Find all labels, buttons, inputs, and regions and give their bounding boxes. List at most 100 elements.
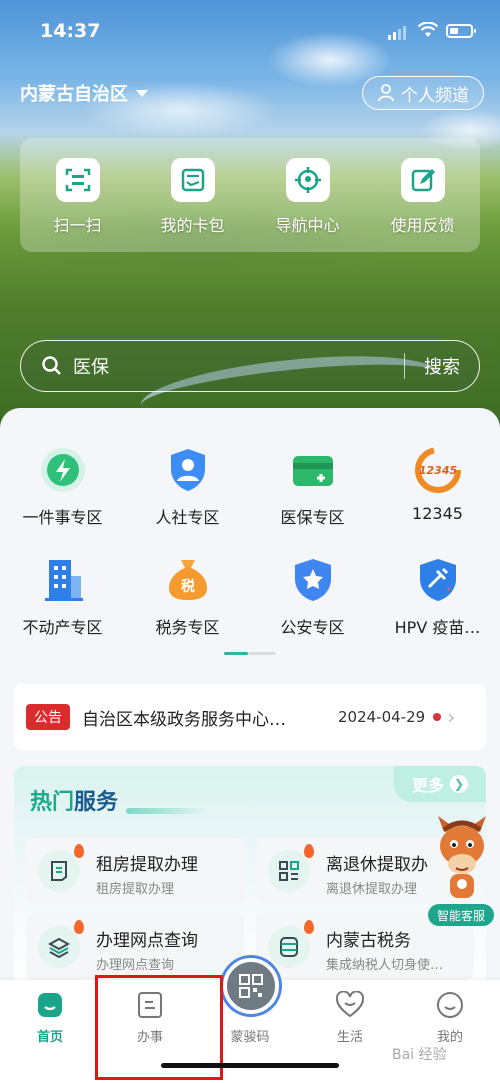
person-shield-icon	[162, 444, 214, 496]
service-hpv-vaccine[interactable]: HPV 疫苗…	[375, 554, 500, 638]
quick-action-card-wallet[interactable]: 我的卡包	[143, 158, 243, 236]
tab-label: 蒙骏码	[230, 1030, 270, 1045]
hot-service-name: 办理网点查询	[96, 931, 198, 951]
service-label: 税务专区	[155, 618, 220, 637]
grid-apps-icon	[268, 850, 310, 892]
service-label: HPV 疫苗…	[394, 618, 481, 637]
qr-code-button[interactable]	[223, 958, 279, 1014]
hotline-12345-icon: 12345	[412, 444, 464, 496]
tab-home[interactable]: 首页	[10, 990, 90, 1045]
tab-life[interactable]: 生活	[310, 990, 390, 1045]
service-medical-insurance[interactable]: 医保专区	[250, 444, 375, 528]
qr-code-icon	[239, 974, 263, 998]
hot-flame-icon	[304, 920, 314, 934]
announcement-bar[interactable]: 公告 自治区本级政务服务中心… 2024-04-29 ›	[14, 684, 486, 750]
service-label: 公安专区	[280, 618, 345, 637]
scan-icon	[55, 158, 100, 202]
cellular-signal-icon	[388, 26, 406, 40]
svg-text:12345: 12345	[418, 464, 457, 477]
hot-service-name: 租房提取办理	[96, 855, 198, 875]
card-wallet-icon	[170, 158, 215, 202]
hot-flame-icon	[74, 844, 84, 858]
home-icon	[35, 990, 65, 1020]
caret-down-icon	[136, 89, 148, 97]
hot-service-desc: 办理网点查询	[96, 958, 175, 973]
more-label: 更多	[411, 776, 444, 795]
service-12345[interactable]: 12345 12345	[375, 444, 500, 528]
person-icon	[378, 84, 394, 102]
quick-action-scan[interactable]: 扫一扫	[28, 158, 128, 236]
search-bar[interactable]: 医保 搜索	[20, 340, 480, 392]
svg-text:税: 税	[181, 578, 195, 595]
hot-service-item[interactable]: 租房提取办理 租房提取办理	[26, 838, 244, 904]
vaccine-shield-icon	[412, 554, 464, 606]
status-bar: 14:37	[0, 18, 500, 48]
tab-label: 我的	[436, 1030, 463, 1045]
layers-icon	[38, 926, 80, 968]
hot-service-item[interactable]: 办理网点查询 办理网点查询	[26, 914, 244, 980]
service-one-thing-zone[interactable]: 一件事专区	[0, 444, 125, 528]
more-button[interactable]: 更多 ❯	[394, 766, 486, 802]
profile-face-icon	[435, 990, 465, 1020]
announcement-text: 自治区本级政务服务中心…	[82, 709, 286, 730]
service-tax[interactable]: 税 税务专区	[125, 554, 250, 638]
police-star-icon	[287, 554, 339, 606]
quick-action-label: 我的卡包	[160, 216, 225, 235]
watermark: Bai 经验	[392, 1047, 447, 1063]
service-social-security[interactable]: 人社专区	[125, 444, 250, 528]
service-public-security[interactable]: 公安专区	[250, 554, 375, 638]
wifi-icon	[418, 22, 438, 37]
location-target-icon	[285, 158, 330, 202]
feedback-edit-icon	[400, 158, 445, 202]
tax-bag-icon: 税	[162, 554, 214, 606]
chevron-right-icon: ❯	[450, 775, 468, 793]
home-indicator	[161, 1063, 339, 1068]
status-time: 14:37	[40, 20, 101, 42]
announcement-tag: 公告	[26, 704, 70, 730]
search-button[interactable]: 搜索	[405, 353, 479, 379]
battery-icon	[446, 24, 476, 38]
heart-icon	[335, 990, 365, 1020]
page-indicator	[224, 652, 276, 655]
building-icon	[37, 554, 89, 606]
tab-label: 首页	[36, 1030, 63, 1045]
personal-channel-button[interactable]: 个人频道	[362, 76, 484, 110]
document-icon	[38, 850, 80, 892]
quick-action-label: 使用反馈	[390, 216, 455, 235]
hot-service-name: 内蒙古税务	[326, 931, 411, 951]
hot-flame-icon	[74, 920, 84, 934]
search-input[interactable]: 医保	[73, 353, 404, 379]
hot-service-desc: 租房提取办理	[96, 882, 175, 897]
service-label: 医保专区	[280, 508, 345, 527]
region-label: 内蒙古自治区	[20, 84, 128, 105]
quick-actions-bar: 扫一扫 我的卡包 导航中心 使用反馈	[20, 138, 480, 252]
service-label: 12345	[412, 504, 463, 523]
database-icon	[268, 926, 310, 968]
channel-label: 个人频道	[401, 85, 469, 106]
announcement-date: 2024-04-29	[338, 708, 426, 726]
service-label: 人社专区	[155, 508, 220, 527]
hot-services-title: 热门服务	[30, 790, 119, 815]
hot-flame-icon	[304, 844, 314, 858]
region-selector[interactable]: 内蒙古自治区	[20, 80, 148, 106]
service-label: 不动产专区	[22, 618, 103, 637]
horse-mascot-icon	[438, 816, 486, 898]
tab-profile[interactable]: 我的	[410, 990, 490, 1045]
tab-label: 生活	[336, 1030, 363, 1045]
assistant-mascot[interactable]: 智能客服	[428, 812, 494, 926]
search-icon	[42, 356, 61, 375]
quick-action-feedback[interactable]: 使用反馈	[373, 158, 473, 236]
hot-service-desc: 集成纳税人切身使…	[326, 958, 444, 973]
service-grid: 一件事专区 人社专区 医保专区 12345 12345 不动产专区 税 税务专区…	[0, 444, 500, 638]
service-label: 一件事专区	[22, 508, 103, 527]
quick-action-label: 导航中心	[275, 216, 340, 235]
title-underline	[126, 808, 206, 814]
lightning-icon	[37, 444, 89, 496]
quick-action-navigation[interactable]: 导航中心	[258, 158, 358, 236]
quick-action-label: 扫一扫	[53, 216, 102, 235]
medical-card-icon	[287, 444, 339, 496]
assistant-label: 智能客服	[428, 904, 494, 926]
unread-dot	[433, 713, 442, 721]
service-real-estate[interactable]: 不动产专区	[0, 554, 125, 638]
chevron-right-icon: ›	[447, 705, 456, 729]
